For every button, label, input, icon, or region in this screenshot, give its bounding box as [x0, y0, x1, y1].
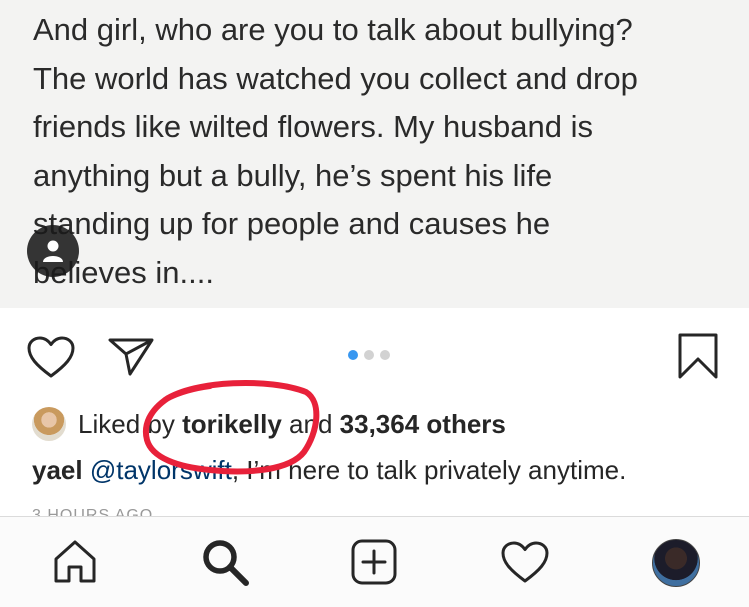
post-text-line: The world has watched you collect and dr… [33, 60, 638, 96]
liker-avatar[interactable] [32, 407, 66, 441]
caption-username[interactable]: yael [32, 455, 83, 485]
likes-prefix: Liked by [78, 408, 175, 439]
heart-icon[interactable] [26, 335, 76, 379]
likes-row: Liked by torikelly and 33,364 others [32, 404, 506, 444]
post-text-line: friends like wilted flowers. My husband … [33, 109, 593, 144]
liker-username[interactable]: torikelly [182, 409, 282, 439]
likes-joiner: and [289, 408, 333, 439]
post-text-line: standing up for people and causes he [33, 206, 551, 241]
caption-mention[interactable]: @taylorswift [90, 455, 232, 485]
person-icon [43, 240, 63, 262]
plus-square-icon[interactable] [350, 538, 398, 586]
post-timestamp: 3 HOURS AGO [32, 507, 154, 516]
home-icon[interactable] [51, 537, 99, 585]
post-text-line: And girl, who are you to talk about bull… [33, 12, 633, 47]
user-tag-button[interactable] [27, 225, 79, 277]
paper-plane-icon[interactable] [106, 334, 156, 378]
post-text-line: believes in.... [33, 254, 214, 290]
likes-others-link[interactable]: 33,364 others [340, 409, 506, 439]
caption-text: , I’m here to talk privately anytime. [231, 455, 627, 485]
carousel-dot-active [348, 350, 358, 360]
post-text-line: anything but a bully, he’s spent his lif… [33, 157, 553, 193]
carousel-dot [364, 350, 374, 360]
activity-heart-icon[interactable] [500, 540, 550, 584]
caption: yael @taylorswift, I’m here to talk priv… [32, 455, 626, 486]
carousel-indicator [348, 350, 390, 360]
post-image[interactable]: And girl, who are you to talk about bull… [0, 0, 749, 308]
search-icon[interactable] [200, 537, 250, 587]
carousel-dot [380, 350, 390, 360]
likes-summary: Liked by torikelly and 33,364 others [78, 409, 506, 440]
bookmark-icon[interactable] [676, 332, 720, 380]
profile-avatar[interactable] [652, 539, 700, 587]
post-quote-text: And girl, who are you to talk about bull… [33, 6, 733, 297]
